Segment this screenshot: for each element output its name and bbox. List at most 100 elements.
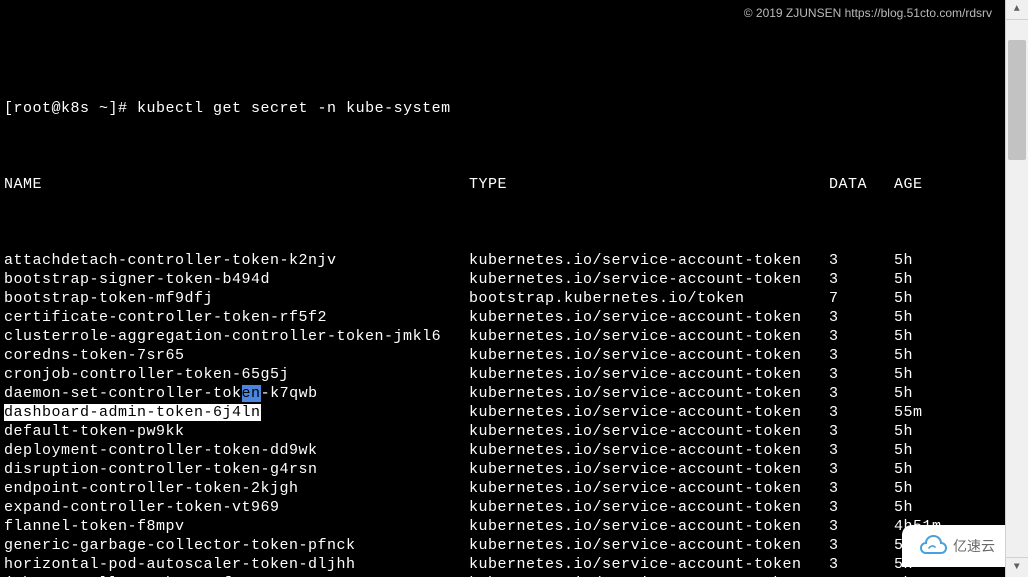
- cell-age: 5h: [894, 441, 913, 460]
- cell-age: 55m: [894, 403, 923, 422]
- cell-age: 5h: [894, 289, 913, 308]
- cell-type: bootstrap.kubernetes.io/token: [469, 289, 829, 308]
- logo-text: 亿速云: [953, 537, 995, 556]
- cell-age: 5h: [894, 479, 913, 498]
- cell-type: kubernetes.io/service-account-token: [469, 536, 829, 555]
- cell-name: certificate-controller-token-rf5f2: [4, 308, 469, 327]
- col-header-type: TYPE: [469, 175, 829, 194]
- prompt-line: [root@k8s ~]# kubectl get secret -n kube…: [4, 99, 998, 118]
- cell-name: attachdetach-controller-token-k2njv: [4, 251, 469, 270]
- scroll-up-button[interactable]: ▲: [1006, 0, 1028, 20]
- cell-type: kubernetes.io/service-account-token: [469, 251, 829, 270]
- site-logo: 亿速云: [902, 525, 1012, 567]
- cell-type: kubernetes.io/service-account-token: [469, 517, 829, 536]
- cell-name: expand-controller-token-vt969: [4, 498, 469, 517]
- cell-age: 5h: [894, 346, 913, 365]
- watermark-text: © 2019 ZJUNSEN https://blog.51cto.com/rd…: [744, 4, 992, 23]
- cell-data: 3: [829, 517, 894, 536]
- table-row: expand-controller-token-vt969kubernetes.…: [4, 498, 998, 517]
- cell-data: 3: [829, 536, 894, 555]
- table-row: flannel-token-f8mpvkubernetes.io/service…: [4, 517, 998, 536]
- cell-age: 5h: [894, 365, 913, 384]
- table-row: bootstrap-token-mf9dfjbootstrap.kubernet…: [4, 289, 998, 308]
- cell-type: kubernetes.io/service-account-token: [469, 270, 829, 289]
- cell-type: kubernetes.io/service-account-token: [469, 384, 829, 403]
- cell-type: kubernetes.io/service-account-token: [469, 327, 829, 346]
- cell-type: kubernetes.io/service-account-token: [469, 403, 829, 422]
- cell-name: cronjob-controller-token-65g5j: [4, 365, 469, 384]
- cell-type: kubernetes.io/service-account-token: [469, 441, 829, 460]
- table-row: bootstrap-signer-token-b494dkubernetes.i…: [4, 270, 998, 289]
- cell-name: default-token-pw9kk: [4, 422, 469, 441]
- cell-data: 3: [829, 403, 894, 422]
- highlighted-secret: dashboard-admin-token-6j4ln: [4, 404, 261, 421]
- col-header-data: DATA: [829, 175, 894, 194]
- cell-type: kubernetes.io/service-account-token: [469, 460, 829, 479]
- cell-name: daemon-set-controller-token-k7qwb: [4, 384, 469, 403]
- col-header-age: AGE: [894, 175, 923, 194]
- cell-data: 3: [829, 346, 894, 365]
- text-selection: en: [242, 385, 261, 402]
- scrollbar-vertical[interactable]: ▲ ▼: [1005, 0, 1028, 577]
- cell-name: flannel-token-f8mpv: [4, 517, 469, 536]
- cell-data: 3: [829, 555, 894, 574]
- cell-data: 7: [829, 289, 894, 308]
- cell-age: 5h: [894, 327, 913, 346]
- cell-age: 5h: [894, 422, 913, 441]
- terminal-window[interactable]: © 2019 ZJUNSEN https://blog.51cto.com/rd…: [0, 0, 1006, 565]
- table-row: endpoint-controller-token-2kjghkubernete…: [4, 479, 998, 498]
- cell-name: endpoint-controller-token-2kjgh: [4, 479, 469, 498]
- table-row: horizontal-pod-autoscaler-token-dljhhkub…: [4, 555, 998, 574]
- cloud-icon: [919, 535, 949, 557]
- table-row: deployment-controller-token-dd9wkkuberne…: [4, 441, 998, 460]
- cell-age: 5h: [894, 460, 913, 479]
- cell-data: 3: [829, 270, 894, 289]
- cell-data: 3: [829, 498, 894, 517]
- table-body: attachdetach-controller-token-k2njvkuber…: [4, 251, 998, 577]
- cell-type: kubernetes.io/service-account-token: [469, 422, 829, 441]
- cell-type: kubernetes.io/service-account-token: [469, 498, 829, 517]
- cell-data: 3: [829, 251, 894, 270]
- cell-data: 3: [829, 441, 894, 460]
- cell-age: 5h: [894, 308, 913, 327]
- table-row: coredns-token-7sr65kubernetes.io/service…: [4, 346, 998, 365]
- table-row: cronjob-controller-token-65g5jkubernetes…: [4, 365, 998, 384]
- cell-data: 3: [829, 460, 894, 479]
- cell-name: bootstrap-token-mf9dfj: [4, 289, 469, 308]
- cell-type: kubernetes.io/service-account-token: [469, 479, 829, 498]
- table-row: certificate-controller-token-rf5f2kubern…: [4, 308, 998, 327]
- cell-data: 3: [829, 479, 894, 498]
- cell-type: kubernetes.io/service-account-token: [469, 346, 829, 365]
- cell-name: dashboard-admin-token-6j4ln: [4, 403, 469, 422]
- cell-type: kubernetes.io/service-account-token: [469, 308, 829, 327]
- cell-name: disruption-controller-token-g4rsn: [4, 460, 469, 479]
- table-row: dashboard-admin-token-6j4ln kubernetes.io…: [4, 403, 998, 422]
- table-row: default-token-pw9kkkubernetes.io/service…: [4, 422, 998, 441]
- scroll-thumb[interactable]: [1008, 40, 1026, 160]
- cell-type: kubernetes.io/service-account-token: [469, 555, 829, 574]
- scroll-down-button[interactable]: ▼: [1006, 557, 1028, 577]
- cell-name: clusterrole-aggregation-controller-token…: [4, 327, 469, 346]
- cell-age: 5h: [894, 498, 913, 517]
- cell-name: coredns-token-7sr65: [4, 346, 469, 365]
- table-header: NAMETYPEDATAAGE: [4, 175, 998, 194]
- cell-data: 3: [829, 384, 894, 403]
- cell-data: 3: [829, 327, 894, 346]
- cell-name: bootstrap-signer-token-b494d: [4, 270, 469, 289]
- cell-data: 3: [829, 422, 894, 441]
- cell-age: 5h: [894, 270, 913, 289]
- cell-data: 3: [829, 365, 894, 384]
- table-row: attachdetach-controller-token-k2njvkuber…: [4, 251, 998, 270]
- table-row: generic-garbage-collector-token-pfnckkub…: [4, 536, 998, 555]
- table-row: clusterrole-aggregation-controller-token…: [4, 327, 998, 346]
- cell-name: horizontal-pod-autoscaler-token-dljhh: [4, 555, 469, 574]
- cell-name: deployment-controller-token-dd9wk: [4, 441, 469, 460]
- cell-type: kubernetes.io/service-account-token: [469, 365, 829, 384]
- cell-age: 5h: [894, 251, 913, 270]
- table-row: disruption-controller-token-g4rsnkuberne…: [4, 460, 998, 479]
- table-row: daemon-set-controller-token-k7qwbkuberne…: [4, 384, 998, 403]
- cell-data: 3: [829, 308, 894, 327]
- cell-age: 5h: [894, 384, 913, 403]
- prompt-userhost: [root@k8s ~]#: [4, 100, 128, 117]
- cell-name: generic-garbage-collector-token-pfnck: [4, 536, 469, 555]
